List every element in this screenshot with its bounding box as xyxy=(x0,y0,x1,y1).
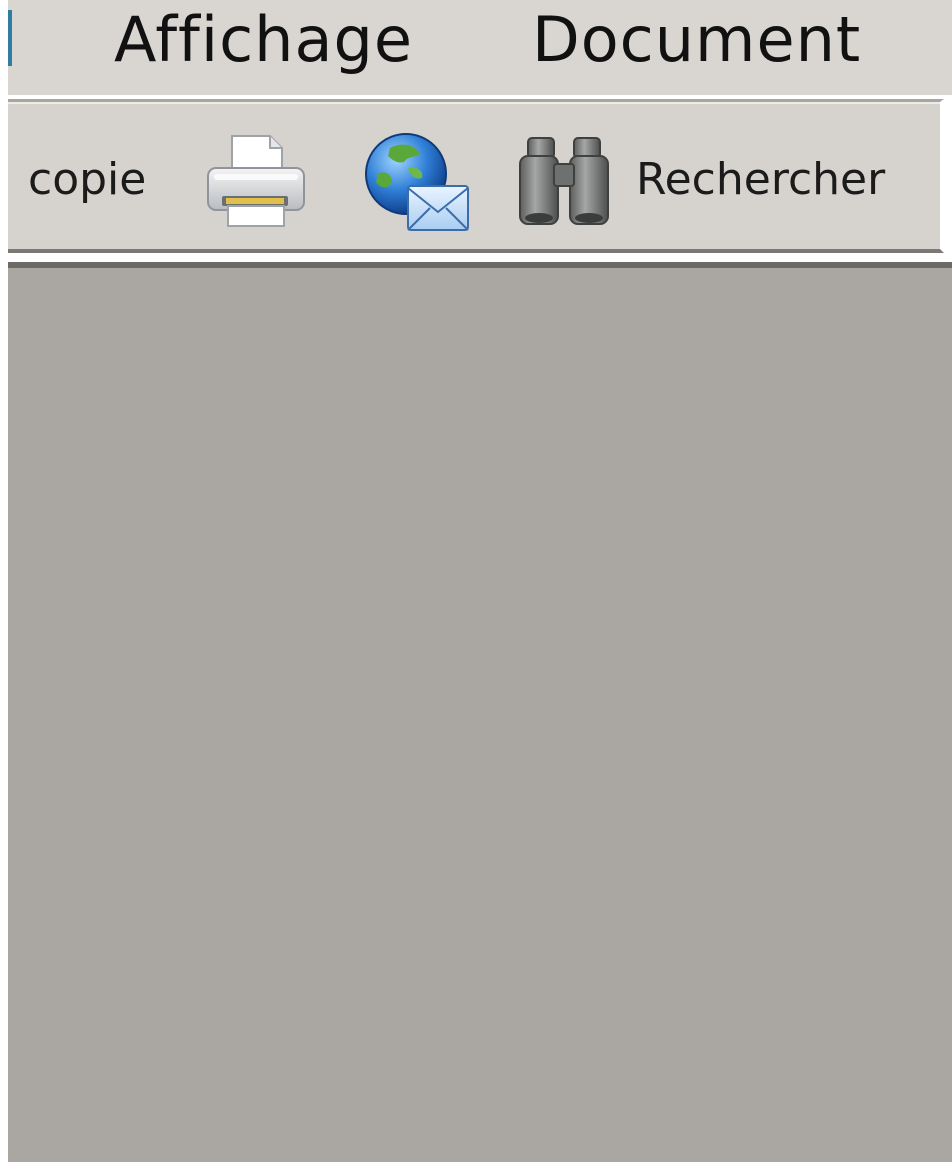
copy-button[interactable]: copie xyxy=(28,154,146,205)
menu-bar: Affichage Document xyxy=(8,0,952,95)
toolbar-container: copie Rechercher xyxy=(8,95,952,267)
email-button[interactable] xyxy=(362,130,472,234)
menu-item-partial[interactable] xyxy=(8,10,12,66)
binoculars-icon xyxy=(519,137,609,225)
globe-mail-icon xyxy=(365,133,469,231)
search-label[interactable]: Rechercher xyxy=(636,154,885,205)
document-area[interactable] xyxy=(8,268,952,1162)
search-button[interactable] xyxy=(514,130,614,230)
toolbar: copie Rechercher xyxy=(8,99,944,253)
printer-icon xyxy=(207,135,305,227)
print-button[interactable] xyxy=(200,130,310,230)
menu-item-document[interactable]: Document xyxy=(532,0,861,86)
application-window: Affichage Document copie Rechercher xyxy=(0,0,952,1162)
menu-item-affichage[interactable]: Affichage xyxy=(114,0,413,86)
window-edge xyxy=(0,0,8,1162)
